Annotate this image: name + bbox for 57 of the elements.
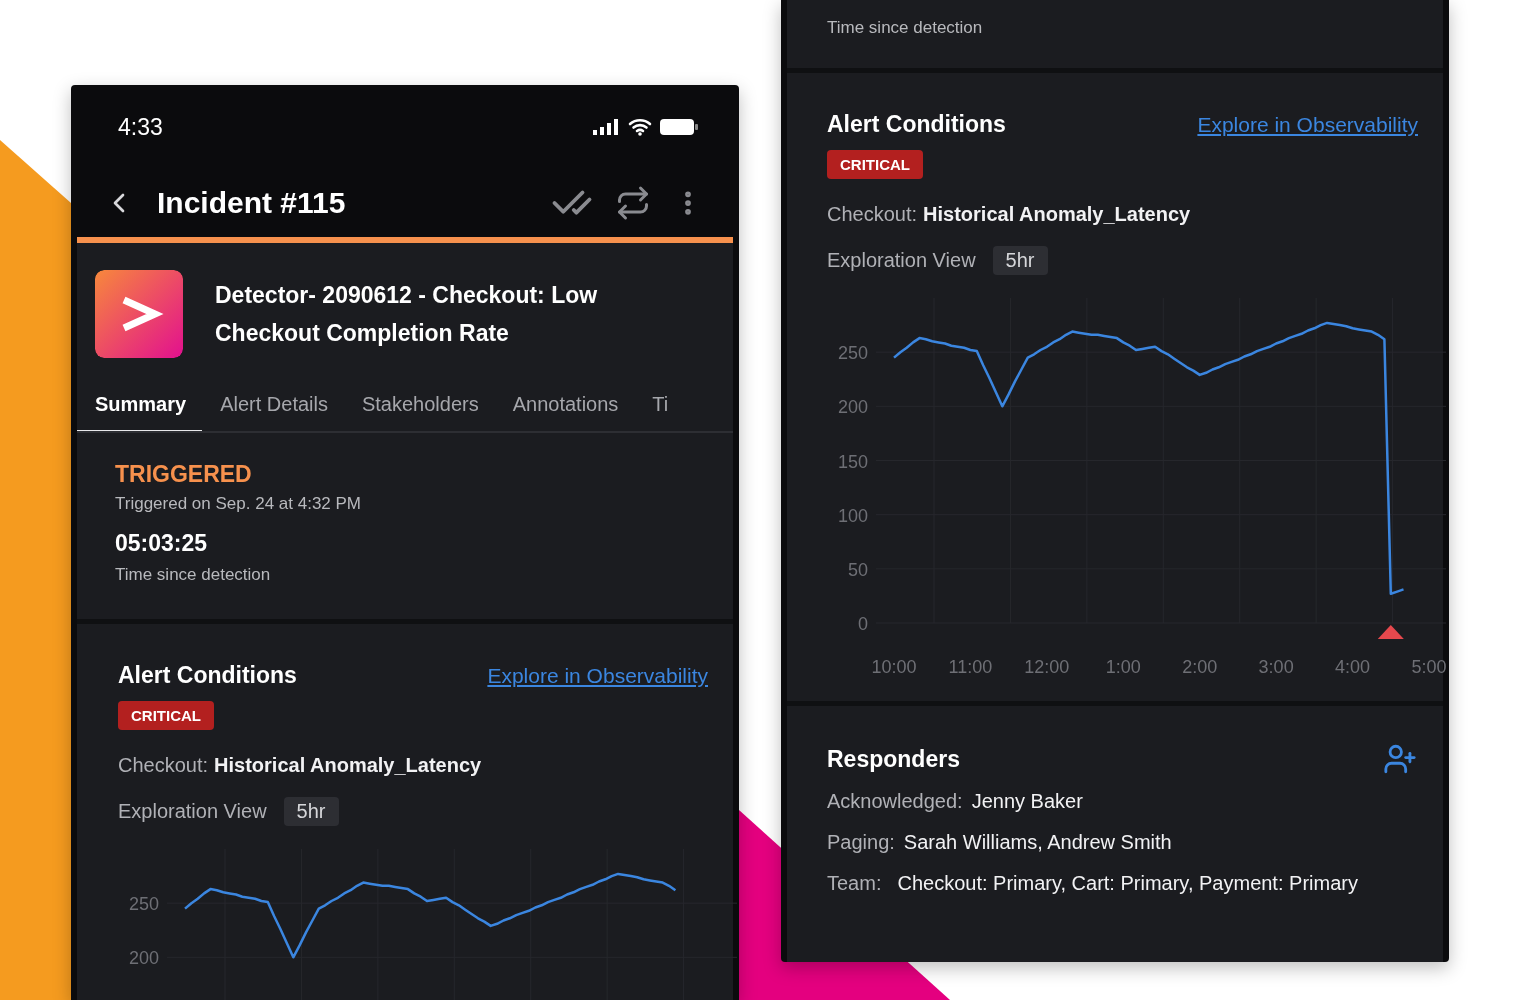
y-tick-label: 150 [837, 451, 868, 472]
elapsed-time: 05:03:25 [115, 530, 209, 557]
screen-title: Incident #115 [157, 186, 347, 220]
responder-label: Paging: [827, 831, 895, 854]
condition-label: Checkout: [827, 203, 918, 226]
responder-label: Team: [827, 872, 882, 895]
x-tick-label: 10:00 [871, 657, 917, 677]
tab[interactable]: Stakeholders [343, 375, 495, 431]
y-tick-label: 250 [128, 894, 159, 915]
x-tick-label: 11:00 [948, 657, 993, 677]
severity-badge: CRITICAL [118, 701, 214, 730]
elapsed-label: Time since detection [827, 18, 984, 38]
x-tick-label: 3:00 [1258, 657, 1294, 677]
section-title: Alert Conditions [827, 111, 1006, 138]
explore-link[interactable]: Explore in Observability [487, 663, 708, 688]
time-range-chip[interactable]: 5hr [283, 797, 339, 826]
tab[interactable]: Alert Details [202, 375, 344, 431]
condition-value: Historical Anomaly_Latency [214, 754, 482, 777]
incident-state: TRIGGERED [115, 461, 253, 488]
tab[interactable]: Summary [77, 375, 203, 431]
triggered-time: Triggered on Sep. 24 at 4:32 PM [115, 494, 363, 514]
x-tick-label: 1:00 [1105, 657, 1141, 677]
elapsed-label: Time since detection [115, 565, 272, 585]
y-tick-label: 50 [847, 559, 868, 580]
x-tick-label: 12:00 [1024, 657, 1070, 677]
responder-value: Checkout: Primary, Cart: Primary, Payment: Primary [897, 872, 1358, 895]
y-tick-label: 200 [128, 948, 159, 969]
logo-icon [95, 270, 183, 358]
tab[interactable]: Annotations [494, 375, 635, 431]
responder-label: Acknowledged: [827, 790, 963, 813]
battery-icon [659, 118, 699, 136]
signal-icon [593, 119, 621, 135]
alert-marker [1377, 625, 1404, 639]
explore-link[interactable]: Explore in Observability [1197, 112, 1418, 137]
x-tick-label: 5:00 [1411, 657, 1447, 677]
section-title: Responders [827, 745, 960, 773]
status-time: 4:33 [118, 113, 163, 141]
y-tick-label: 100 [837, 505, 868, 526]
incident-title: Detector- 2090612 - Checkout: Low Checkout Completion Rate [215, 281, 599, 348]
x-tick-label: 4:00 [1335, 657, 1371, 677]
severity-badge: CRITICAL [827, 150, 923, 179]
view-label: Exploration View [827, 249, 976, 272]
y-tick-label: 0 [858, 614, 868, 634]
y-tick-label: 250 [837, 343, 868, 364]
time-range-chip[interactable]: 5hr [992, 246, 1048, 275]
tab[interactable]: Ti [634, 375, 685, 431]
add-user-icon[interactable] [1383, 742, 1417, 776]
condition-value: Historical Anomaly_Latency [923, 203, 1191, 226]
responder-value: Sarah Williams, Andrew Smith [903, 831, 1172, 854]
view-label: Exploration View [118, 800, 267, 823]
repeat-icon[interactable] [615, 185, 651, 221]
x-tick-label: 2:00 [1182, 657, 1218, 677]
condition-label: Checkout: [118, 754, 209, 777]
section-title: Alert Conditions [118, 662, 297, 689]
y-tick-label: 200 [837, 397, 868, 418]
wifi-icon [628, 118, 652, 136]
responder-value: Jenny Baker [971, 790, 1083, 813]
